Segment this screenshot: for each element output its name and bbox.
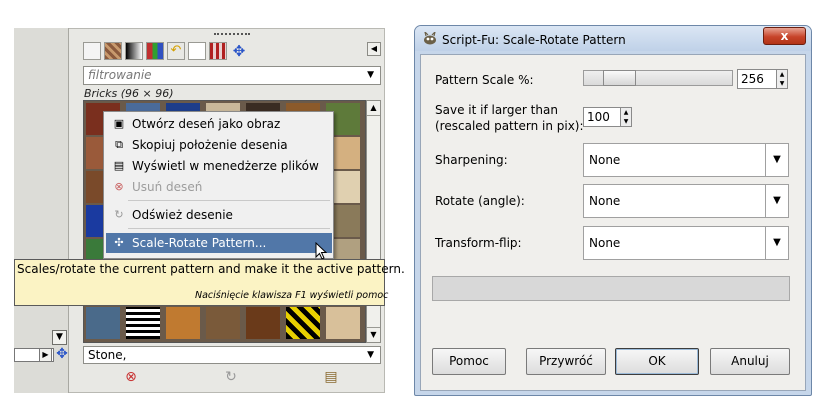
dock-bottom-buttons: ⊗ ↻ ▤ <box>83 366 381 388</box>
refresh-patterns-icon[interactable]: ↻ <box>223 369 239 385</box>
menu-item-open-as-image[interactable]: ▣ Otwórz deseń jako obraz <box>106 114 332 134</box>
selected-pattern-label: Bricks (96 × 96) <box>84 87 174 100</box>
delete-icon: ⊗ <box>114 180 124 193</box>
chevron-down-icon: ▼ <box>367 350 374 360</box>
open-icon: ▣ <box>113 117 125 130</box>
menu-item-label: Wyświetl w menedżerze plików <box>132 159 319 173</box>
progress-bar <box>432 276 790 301</box>
rotate-value: None <box>589 194 621 208</box>
rotate-label: Rotate (angle): <box>435 194 525 208</box>
dock-menu-button[interactable]: ◀ <box>367 42 381 56</box>
save-if-larger-stepper[interactable]: ▲ ▼ <box>620 107 632 127</box>
sharpening-value: None <box>589 153 621 167</box>
pattern-context-menu: ▣ Otwórz deseń jako obraz ⧉ Skopiuj poło… <box>103 111 334 259</box>
chevron-down-icon: ▼ <box>367 70 374 80</box>
pattern-thumbnail[interactable] <box>126 307 160 339</box>
gradient-icon[interactable] <box>125 42 143 60</box>
save-if-larger-label-1: Save it if larger than <box>435 103 558 117</box>
menu-item-show-in-file-manager[interactable]: ▤ Wyświetl w menedżerze plików <box>106 156 332 176</box>
scroll-down-icon[interactable]: ▼ <box>367 327 380 342</box>
pattern-grid-scrollbar[interactable]: ▲ ▼ <box>366 100 381 343</box>
script-icon: ✣ <box>114 236 124 249</box>
pattern-thumbnail[interactable] <box>166 307 200 339</box>
navigate-move-icon[interactable]: ✥ <box>54 346 70 362</box>
delete-pattern-icon[interactable]: ⊗ <box>123 369 139 385</box>
close-button[interactable]: x <box>763 27 806 45</box>
strip-scroll-down-button[interactable]: ▼ <box>52 330 67 345</box>
pattern-name-field[interactable]: Stone, ▼ <box>83 346 381 364</box>
sharpening-select[interactable]: None ▼ <box>583 143 789 177</box>
pattern-scale-spin[interactable]: 256 <box>737 69 777 89</box>
palette-icon[interactable] <box>146 42 164 60</box>
gimp-wilber-icon <box>424 32 436 45</box>
tooltip-help-hint: Naciśnięcie klawisza F1 wyświetli pomoc <box>195 290 389 301</box>
menu-item-refresh-patterns[interactable]: ↻ Odśwież desenie <box>106 205 332 225</box>
mouse-cursor-icon <box>315 242 327 260</box>
filter-placeholder: filtrowanie <box>88 68 152 82</box>
chevron-down-icon: ▼ <box>765 144 788 176</box>
tooltip-text: Scales/rotate the current pattern and ma… <box>17 262 405 276</box>
menu-item-label: Odśwież desenie <box>132 208 233 222</box>
transform-flip-select[interactable]: None ▼ <box>583 226 789 260</box>
cancel-button[interactable]: Anuluj <box>710 348 790 375</box>
transform-flip-label: Transform-flip: <box>435 236 522 250</box>
strip-scroll-right-button[interactable]: ▶ <box>39 348 52 362</box>
save-if-larger-label-2: (rescaled pattern in pix): <box>435 119 584 133</box>
reset-button[interactable]: Przywróć <box>526 348 606 375</box>
chevron-down-icon: ▼ <box>765 185 788 217</box>
pattern-scale-label: Pattern Scale %: <box>435 73 534 87</box>
help-button[interactable]: Pomoc <box>432 348 506 375</box>
transform-flip-value: None <box>589 236 621 250</box>
pattern-red-icon[interactable] <box>209 42 227 60</box>
scroll-up-icon[interactable]: ▲ <box>367 101 380 116</box>
menu-item-label: Usuń deseń <box>132 180 203 194</box>
menu-separator <box>128 228 330 229</box>
menu-item-delete-pattern: ⊗ Usuń deseń <box>106 177 332 197</box>
dock-drag-grip[interactable] <box>214 33 250 37</box>
save-if-larger-spin[interactable]: 100 <box>583 107 621 127</box>
pattern-thumbnail[interactable] <box>86 307 120 339</box>
menu-item-label: Otwórz deseń jako obraz <box>132 117 281 131</box>
sharpening-label: Sharpening: <box>435 153 508 167</box>
dialog-title: Script-Fu: Scale-Rotate Pattern <box>442 33 626 47</box>
tag-filter-combo[interactable]: filtrowanie ▼ <box>83 66 381 85</box>
ok-button[interactable]: OK <box>615 348 699 375</box>
document-icon[interactable] <box>83 42 101 60</box>
pattern-scale-stepper[interactable]: ▲ ▼ <box>776 69 788 89</box>
pattern-scale-slider-thumb[interactable] <box>603 70 636 86</box>
file-manager-icon: ▤ <box>113 159 125 172</box>
copy-icon: ⧉ <box>115 138 123 151</box>
menu-item-label: Skopiuj położenie desenia <box>132 138 288 152</box>
dock-tab-bar: ↶ ✥ <box>83 40 383 62</box>
move-icon[interactable]: ✥ <box>230 42 248 60</box>
open-as-image-icon[interactable]: ▤ <box>323 369 339 385</box>
pattern-thumbnail[interactable] <box>286 307 320 339</box>
pattern-name-value: Stone, <box>88 348 127 362</box>
menu-item-scale-rotate-pattern[interactable]: ✣ Scale-Rotate Pattern... <box>106 233 332 253</box>
pattern-swatch-icon[interactable] <box>104 42 122 60</box>
menu-item-copy-location[interactable]: ⧉ Skopiuj położenie desenia <box>106 135 332 155</box>
font-icon[interactable]: ↶ <box>167 42 185 60</box>
rotate-select[interactable]: None ▼ <box>583 184 789 218</box>
white-square-icon[interactable] <box>188 42 206 60</box>
pattern-thumbnail[interactable] <box>246 307 280 339</box>
refresh-icon: ↻ <box>114 208 124 221</box>
chevron-down-icon: ▼ <box>765 227 788 259</box>
menu-separator <box>128 200 330 201</box>
pattern-thumbnail[interactable] <box>206 307 240 339</box>
menu-item-label: Scale-Rotate Pattern... <box>132 236 267 250</box>
pattern-thumbnail[interactable] <box>326 307 360 339</box>
